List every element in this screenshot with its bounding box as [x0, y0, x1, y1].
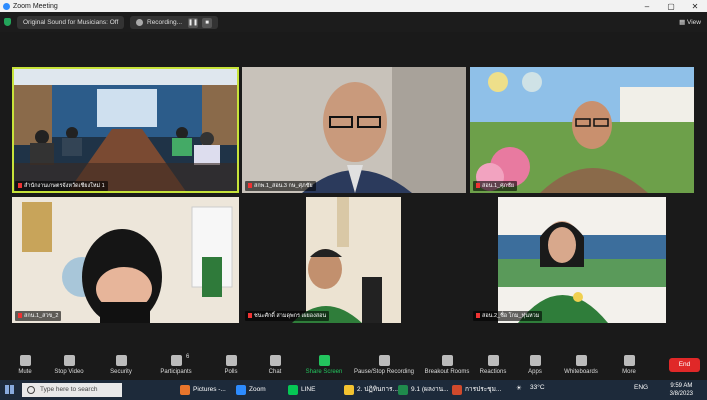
folder-icon: [344, 385, 354, 395]
whiteboard-icon: [575, 355, 587, 366]
ellipsis-icon: [623, 355, 635, 366]
taskbar-app-line[interactable]: LINE: [288, 383, 315, 397]
microphone-icon: [19, 355, 31, 366]
powerpoint-icon: [452, 385, 462, 395]
apps-grid-icon: [529, 355, 541, 366]
recording-indicator: Recording... ❚❚ ■: [130, 16, 218, 29]
stop-video-button[interactable]: Stop Video: [44, 353, 94, 375]
view-label: View: [687, 19, 701, 26]
chat-bubble-icon: [269, 355, 281, 366]
video-gallery: สำนักงานเกษตรจังหวัดเชียงใหม่ 1 สกพ.1_สอ…: [0, 32, 707, 350]
share-screen-icon: [318, 355, 330, 366]
zoom-icon: [236, 385, 246, 395]
breakout-rooms-button[interactable]: Breakout Rooms: [422, 353, 472, 375]
taskbar-app-pictures[interactable]: Pictures -...: [180, 383, 226, 397]
search-icon: [27, 386, 35, 394]
participant-video: [292, 197, 401, 323]
participant-name-label: สอน.1_ศุภชัย: [473, 181, 518, 191]
video-tile[interactable]: สอน.1_ศุภชัย: [470, 67, 694, 193]
taskbar-clock[interactable]: 9:59 AM 3/8/2023: [670, 382, 693, 398]
muted-mic-icon: [248, 183, 252, 189]
poll-chart-icon: [225, 355, 237, 366]
window-titlebar: Zoom Meeting – ▢ ✕: [0, 0, 707, 12]
excel-icon: [398, 385, 408, 395]
video-tile[interactable]: ชนะศักดิ์ สามดุพกร เผยองสอน: [242, 197, 466, 323]
record-controls-icon: [378, 355, 390, 366]
whiteboards-button[interactable]: Whiteboards: [556, 353, 606, 375]
muted-mic-icon: [18, 183, 22, 189]
participants-count: 6: [186, 354, 190, 360]
participant-video: [12, 197, 239, 323]
mute-button[interactable]: Mute: [0, 353, 50, 375]
participant-name-label: สกพ.1_สอน.3 กษ_ศุภชัย: [245, 181, 316, 191]
pause-stop-recording-button[interactable]: Pause/Stop Recording: [352, 353, 416, 375]
muted-mic-icon: [248, 313, 252, 319]
participant-name-label: สกน.1_สวข_2: [15, 311, 62, 321]
muted-mic-icon: [476, 183, 480, 189]
breakout-grid-icon: [441, 355, 453, 366]
clock-time: 9:59 AM: [670, 383, 693, 389]
stop-recording-icon[interactable]: ■: [202, 17, 212, 28]
participant-name-label: ชนะศักดิ์ สามดุพกร เผยองสอน: [245, 311, 330, 321]
windows-taskbar: Type here to search Pictures -... Zoom L…: [0, 380, 707, 400]
video-tile[interactable]: สอน.2_ชื่อ โกม_ทุ่นหวม: [470, 197, 694, 323]
windows-start-icon[interactable]: [5, 385, 14, 394]
maximize-icon[interactable]: ▢: [659, 2, 683, 11]
view-button[interactable]: ▦ View: [679, 18, 701, 26]
security-shield-icon[interactable]: [4, 18, 11, 26]
conference-room-video: [12, 67, 239, 193]
people-icon: [170, 355, 182, 366]
weather-icon[interactable]: ☀: [516, 384, 522, 392]
taskbar-app-powerpoint[interactable]: การประชุม...: [452, 383, 501, 397]
more-button[interactable]: More: [604, 353, 654, 375]
share-screen-button[interactable]: Share Screen: [299, 353, 349, 375]
record-dot-icon: [136, 19, 143, 26]
participant-name-label: สอน.2_ชื่อ โกม_ทุ่นหวม: [473, 311, 543, 321]
window-controls: – ▢ ✕: [635, 2, 707, 11]
pause-recording-icon[interactable]: ❚❚: [188, 17, 198, 28]
original-sound-toggle[interactable]: Original Sound for Musicians: Off: [17, 16, 125, 29]
language-indicator[interactable]: ENG: [634, 384, 648, 391]
video-camera-icon: [63, 355, 75, 366]
meeting-topbar: Original Sound for Musicians: Off Record…: [0, 12, 707, 32]
temperature-label: 33°C: [530, 384, 545, 391]
clock-date: 3/8/2023: [669, 391, 693, 397]
zoom-logo-icon: [3, 2, 10, 10]
video-tile[interactable]: สกน.1_สวข_2: [12, 197, 239, 323]
muted-mic-icon: [476, 313, 480, 319]
close-icon[interactable]: ✕: [683, 2, 707, 11]
muted-mic-icon: [18, 313, 22, 319]
pictures-icon: [180, 385, 190, 395]
participant-name-label: สำนักงานเกษตรจังหวัดเชียงใหม่ 1: [15, 181, 108, 191]
video-tile[interactable]: สกพ.1_สอน.3 กษ_ศุภชัย: [242, 67, 466, 193]
taskbar-app-excel[interactable]: 9.1 (ผลงาน...: [398, 383, 448, 397]
polls-button[interactable]: Polls: [206, 353, 256, 375]
line-icon: [288, 385, 298, 395]
participant-video: [242, 67, 466, 193]
taskbar-app-zoom[interactable]: Zoom: [236, 383, 266, 397]
recording-label: Recording...: [147, 19, 183, 26]
search-placeholder: Type here to search: [40, 386, 98, 393]
security-button[interactable]: Security: [96, 353, 146, 375]
shield-icon: [115, 355, 127, 366]
video-tile[interactable]: สำนักงานเกษตรจังหวัดเชียงใหม่ 1: [12, 67, 239, 193]
smiley-icon: [487, 355, 499, 366]
minimize-icon[interactable]: –: [635, 2, 659, 11]
participant-video: [470, 67, 694, 193]
original-sound-label: Original Sound for Musicians: Off: [23, 19, 119, 26]
participants-button[interactable]: Participants: [151, 353, 201, 375]
participant-video: [498, 197, 666, 323]
apps-button[interactable]: Apps: [510, 353, 560, 375]
taskbar-search-box[interactable]: Type here to search: [22, 383, 122, 397]
chat-button[interactable]: Chat: [250, 353, 300, 375]
meeting-toolbar: Mute Stop Video Security Participants 6 …: [0, 350, 707, 380]
end-meeting-button[interactable]: End: [669, 358, 700, 372]
taskbar-app-folder[interactable]: 2. ปฏิทินการ...: [344, 383, 398, 397]
window-title: Zoom Meeting: [13, 2, 58, 10]
